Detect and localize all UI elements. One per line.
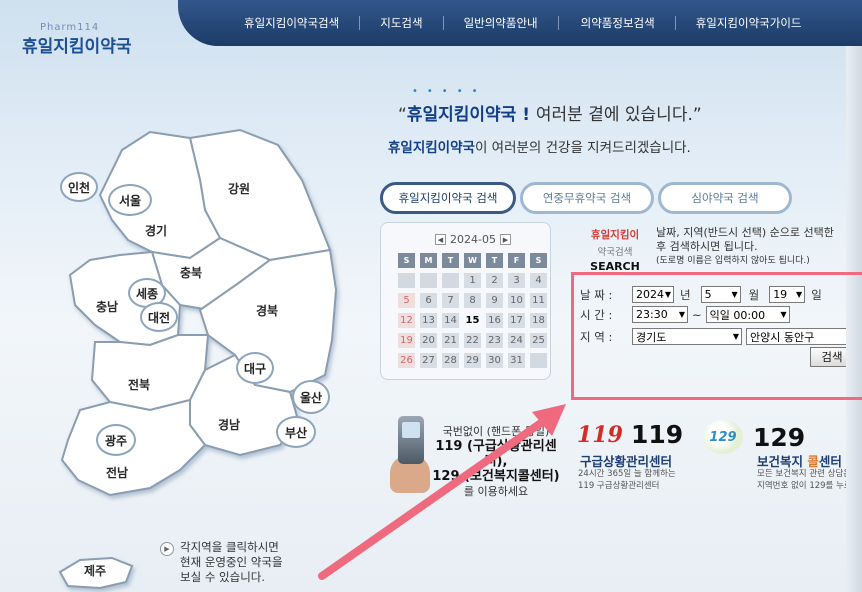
nav-holiday-pharmacy-guide[interactable]: 휴일지킴이약국가이드 [674,16,822,30]
main-nav: 휴일지킴이약국검색 지도검색 일반의약품안내 의약품정보검색 휴일지킴이약국가이… [232,16,822,30]
arrow-head [532,404,566,436]
nav-map-search[interactable]: 지도검색 [359,16,442,30]
nav-drug-info-search[interactable]: 의약품정보검색 [557,16,675,30]
nav-holiday-pharmacy-search[interactable]: 휴일지킴이약국검색 [232,16,359,30]
nav-otc-guide[interactable]: 일반의약품안내 [442,16,558,30]
logo-title: 휴일지킴이약국 [22,37,132,57]
annotation-arrow [318,404,566,580]
arrow-shaft [318,414,552,580]
site-logo[interactable]: Pharm114 휴일지킴이약국 [22,22,131,57]
